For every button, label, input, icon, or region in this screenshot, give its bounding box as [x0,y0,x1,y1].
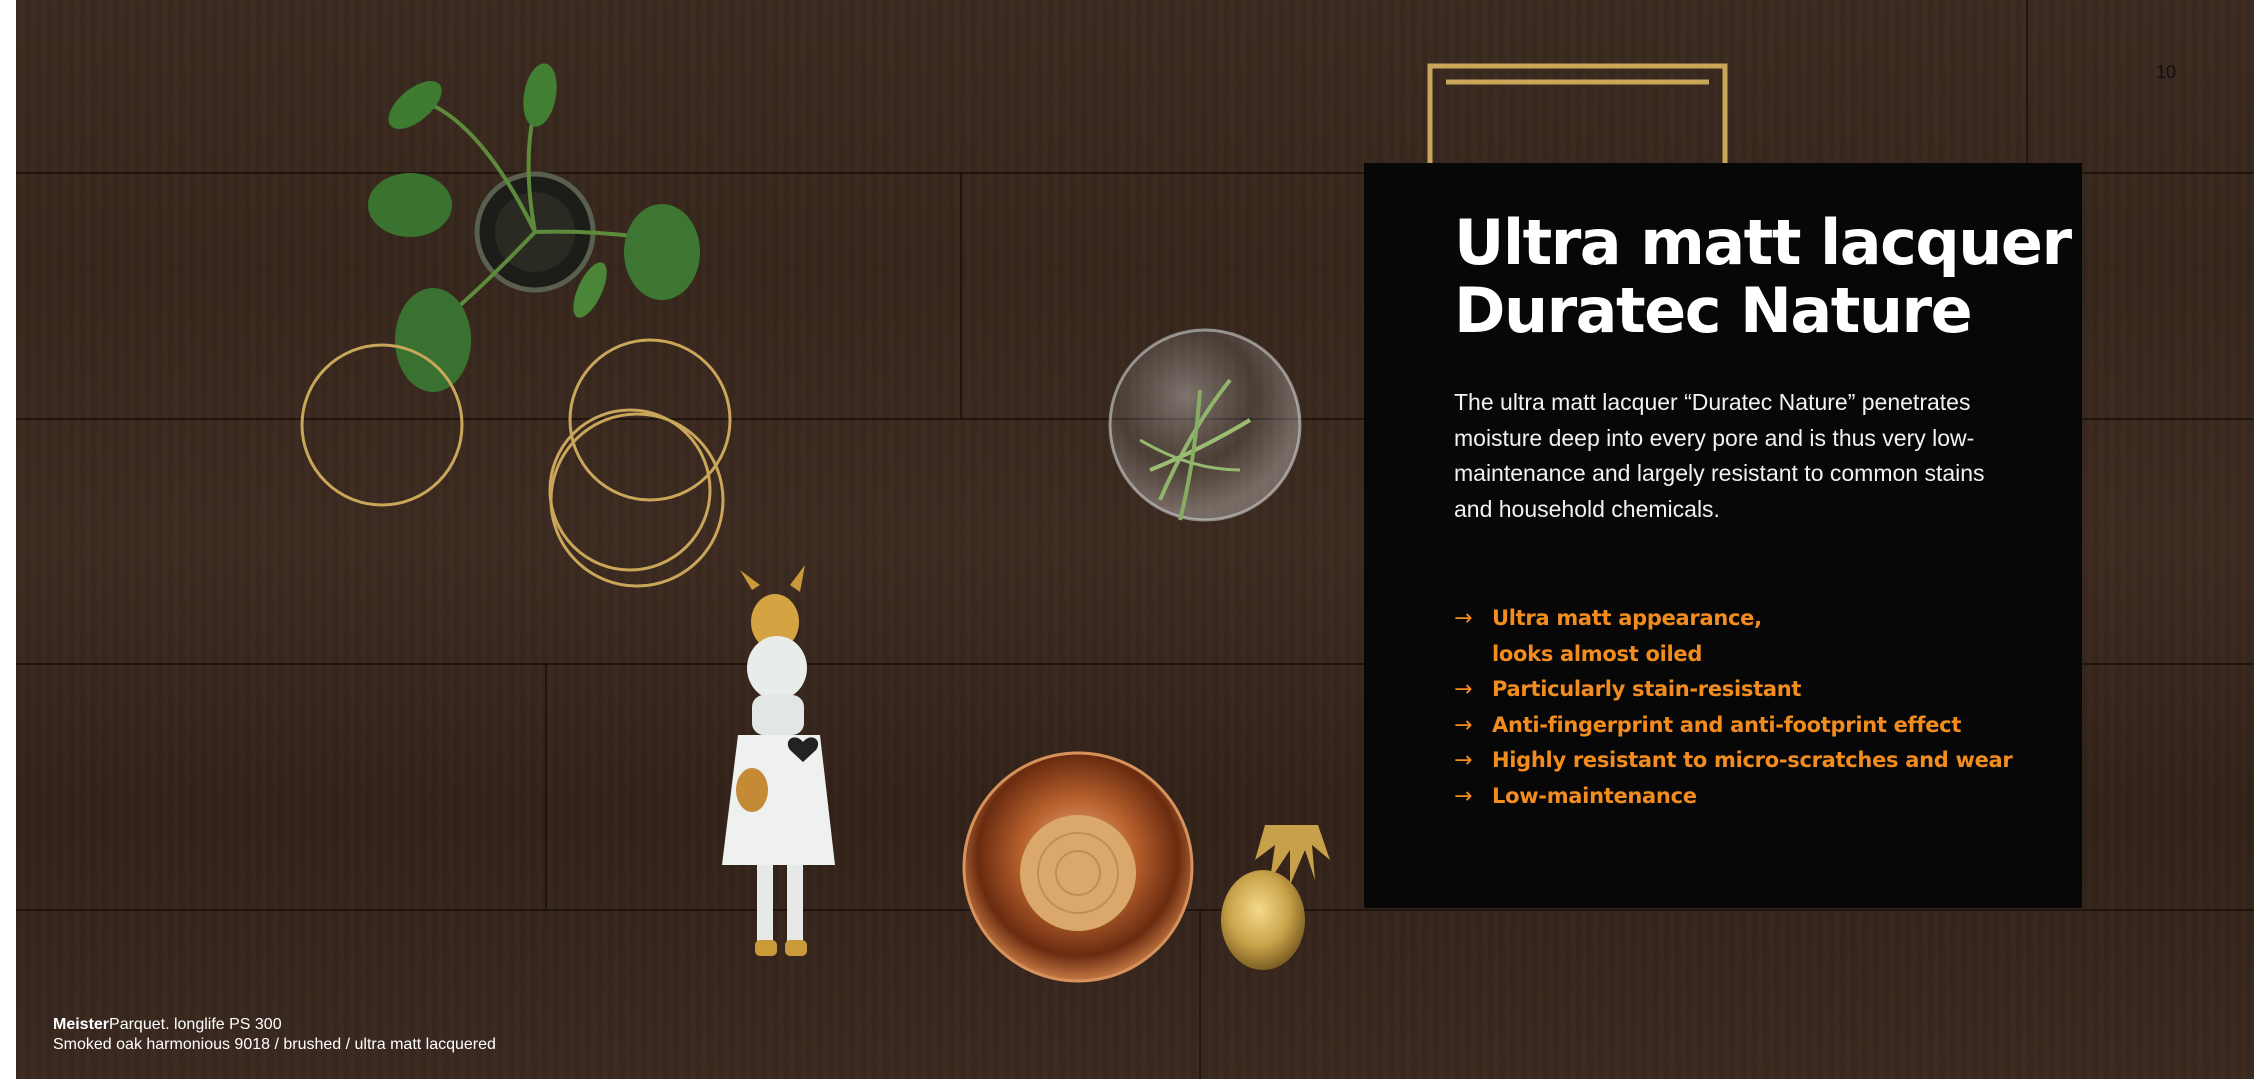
feature-text-line: Ultra matt appearance, [1492,606,1762,630]
brass-lantern [1427,63,1728,179]
brand-name: Meister [53,1016,110,1033]
arrow-right-icon: → [1454,606,1473,631]
feature-text: Highly resistant to micro-scratches and … [1492,748,2013,772]
caption-product-line: MeisterParquet. longlife PS 300 [53,1015,496,1035]
feature-item: → Low-maintenance [1454,779,2064,815]
feature-item: → Ultra matt appearance, looks almost oi… [1454,601,2064,672]
feature-text: Ultra matt appearance, looks almost oile… [1492,601,1762,672]
arrow-right-icon: → [1454,712,1473,738]
porcelain-figurine [722,565,835,956]
potted-plant [368,63,700,392]
glass-terrarium [1108,328,1302,522]
info-box: Ultra matt lacquer Duratec Nature The ul… [1364,163,2082,908]
page-number: 10 [2155,62,2176,82]
title-line-2: Duratec Nature [1454,274,1973,347]
caption-description: Smoked oak harmonious 9018 / brushed / u… [53,1036,496,1053]
feature-text: Low-maintenance [1492,783,1697,808]
feature-list: → Ultra matt appearance, looks almost oi… [1454,601,2064,814]
arrow-right-icon: → [1454,677,1473,702]
feature-text: Anti-fingerprint and anti-footprint effe… [1492,712,1962,737]
gold-bangles [300,338,732,588]
arrow-right-icon: → [1454,783,1473,809]
feature-text-line: looks almost oiled [1492,641,1703,666]
title-line-1: Ultra matt lacquer [1454,206,2072,279]
gold-pineapple [1221,825,1330,970]
feature-item: → Highly resistant to micro-scratches an… [1454,743,2064,779]
copper-bowl [962,751,1194,983]
photo-caption: MeisterParquet. longlife PS 300 Smoked o… [53,1015,496,1055]
feature-text: Particularly stain-resistant [1492,677,1802,701]
arrow-right-icon: → [1454,748,1473,773]
feature-item: → Particularly stain-resistant [1454,672,2064,708]
body-text: The ultra matt lacquer “Duratec Nature” … [1454,389,1985,522]
product-name: Parquet. longlife PS 300 [109,1016,282,1033]
page-title: Ultra matt lacquer Duratec Nature [1454,209,2074,345]
feature-item: → Anti-fingerprint and anti-footprint ef… [1454,708,2064,744]
